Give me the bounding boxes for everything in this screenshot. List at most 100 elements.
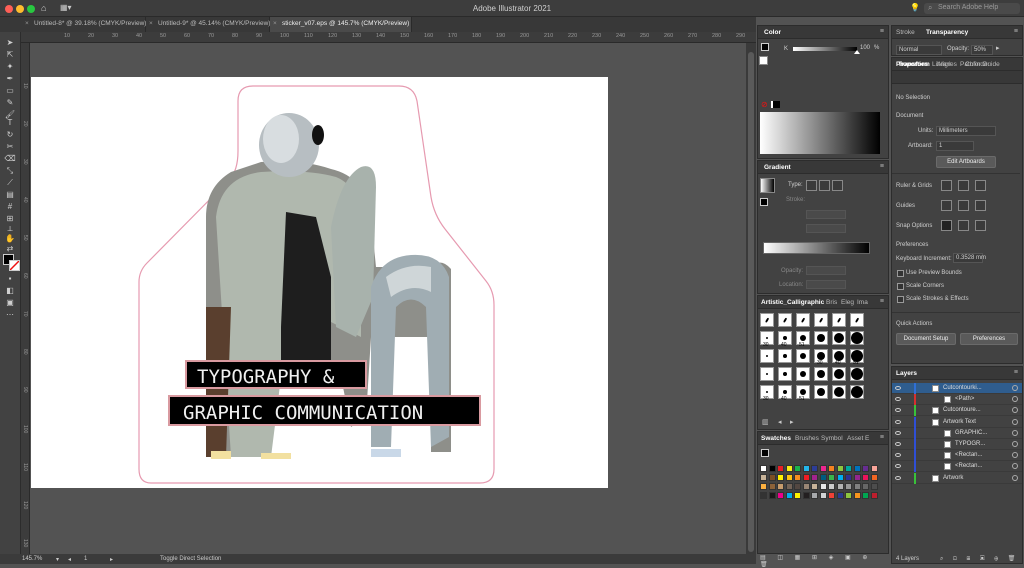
color-swatch[interactable] — [862, 474, 869, 481]
rectangle-tool-icon[interactable]: ▭ — [4, 86, 16, 95]
brush-swatch[interactable] — [850, 385, 864, 399]
panel-menu-icon[interactable]: ≡ — [880, 434, 884, 441]
pen-tool-icon[interactable]: ✒ — [4, 74, 16, 83]
color-mode-icon[interactable]: ▪ — [4, 274, 16, 283]
gradient-opacity-field[interactable] — [806, 266, 846, 275]
color-swatch[interactable] — [845, 492, 852, 499]
help-search-input[interactable]: Search Adobe Help — [924, 3, 1020, 14]
panel-menu-icon[interactable]: ≡ — [880, 163, 884, 170]
k-value[interactable]: 100 — [860, 45, 870, 51]
color-swatch[interactable] — [836, 474, 844, 481]
color-swatch[interactable] — [760, 483, 767, 490]
gradient-fill-swatch[interactable] — [760, 198, 768, 206]
tab-color-guide[interactable]: Color Guide — [965, 61, 1000, 68]
target-circle-icon[interactable] — [1012, 418, 1018, 425]
target-circle-icon[interactable] — [1012, 452, 1018, 459]
color-swatch[interactable] — [862, 483, 869, 490]
rulers-icon[interactable] — [941, 180, 952, 191]
color-swatch[interactable] — [819, 483, 827, 490]
color-swatch[interactable] — [768, 465, 776, 472]
k-slider[interactable] — [793, 47, 857, 51]
rotate-tool-icon[interactable]: ↻ — [4, 130, 16, 139]
color-swatch[interactable] — [811, 465, 818, 472]
freeform-gradient-icon[interactable] — [832, 180, 843, 191]
gradient-aspect-field[interactable] — [806, 224, 846, 233]
blend-mode-select[interactable]: Normal — [896, 45, 942, 55]
brush-swatch[interactable] — [760, 349, 774, 363]
snap-to-point-icon[interactable] — [941, 220, 952, 231]
visibility-eye-icon[interactable] — [895, 464, 901, 469]
vertical-scrollbar-thumb[interactable] — [748, 52, 754, 552]
color-swatch[interactable] — [828, 492, 835, 499]
color-swatch[interactable] — [785, 465, 793, 472]
scale-corners-checkbox[interactable] — [897, 283, 904, 290]
color-spectrum[interactable] — [760, 112, 880, 154]
zoom-dropdown-icon[interactable]: ▾ — [56, 556, 59, 563]
brush-swatch[interactable] — [778, 349, 792, 363]
color-swatch[interactable] — [870, 492, 878, 499]
artboard-number-field[interactable]: 1 — [84, 556, 104, 562]
color-swatch[interactable] — [819, 465, 827, 472]
smart-guides-icon[interactable] — [975, 200, 986, 211]
brush-swatch[interactable] — [778, 313, 792, 327]
color-swatch[interactable] — [777, 474, 784, 481]
close-tab-icon[interactable]: × — [149, 20, 153, 27]
color-swatch[interactable] — [794, 492, 801, 499]
panel-menu-icon[interactable]: ≡ — [880, 298, 884, 305]
slice-tool-icon[interactable]: ⟂ — [4, 224, 16, 233]
draw-mode-icon[interactable]: ◧ — [4, 286, 16, 295]
stroke-swatch[interactable] — [9, 260, 20, 271]
keyboard-increment-field[interactable]: 0.3528 mm — [953, 253, 986, 263]
tab-sticker-v07[interactable]: × sticker_v07.eps @ 145.7% (CMYK/Preview) — [270, 17, 412, 32]
brush-swatch[interactable] — [814, 331, 828, 345]
color-swatch[interactable] — [785, 474, 793, 481]
visibility-eye-icon[interactable] — [895, 386, 901, 390]
brush-swatch[interactable] — [796, 313, 810, 327]
stroke-swatch-small[interactable] — [759, 56, 768, 65]
swatch-fill-indicator[interactable] — [761, 449, 769, 457]
use-preview-bounds-checkbox[interactable] — [897, 270, 904, 277]
color-swatch[interactable] — [828, 474, 835, 481]
brush-swatch[interactable] — [760, 313, 774, 327]
snap-to-grid-icon[interactable] — [958, 220, 969, 231]
color-swatch[interactable] — [760, 465, 767, 472]
color-swatch[interactable] — [802, 465, 810, 472]
color-swatch[interactable] — [768, 474, 776, 481]
color-swatch[interactable] — [836, 492, 844, 499]
eraser-tool-icon[interactable]: ⌫ — [4, 154, 16, 163]
visibility-eye-icon[interactable] — [895, 453, 901, 458]
layer-row[interactable]: Artwork Text — [892, 416, 1022, 428]
tab-properties[interactable]: Properties — [896, 61, 928, 68]
color-swatch[interactable] — [760, 492, 767, 499]
color-swatch[interactable] — [845, 483, 852, 490]
brush-swatch[interactable] — [832, 331, 846, 345]
target-circle-icon[interactable] — [1012, 429, 1018, 436]
tab-artistic-calligraphic[interactable]: Artistic_Calligraphic — [761, 299, 824, 306]
layer-row[interactable]: GRAPHIC... — [892, 427, 1022, 439]
visibility-eye-icon[interactable] — [895, 408, 901, 413]
color-swatch[interactable] — [845, 465, 852, 472]
hand-tool-icon[interactable]: ✋ — [4, 234, 16, 243]
headline-line-1[interactable]: TYPOGRAPHY & — [197, 366, 335, 388]
brush-swatch[interactable] — [832, 385, 846, 399]
tab-untitled-9[interactable]: × Untitled-9* @ 45.14% (CMYK/Preview) — [146, 17, 270, 32]
color-swatch[interactable] — [768, 492, 776, 499]
snap-to-pixel-icon[interactable] — [975, 220, 986, 231]
layer-row[interactable]: TYPOGR... — [892, 439, 1022, 450]
tab-layers[interactable]: Layers — [896, 370, 917, 377]
close-tab-icon[interactable]: × — [25, 20, 29, 27]
color-swatch[interactable] — [802, 474, 810, 481]
opacity-dropdown-icon[interactable]: ▸ — [996, 44, 1000, 52]
screen-mode-icon[interactable]: ▣ — [4, 298, 16, 307]
direct-selection-tool-icon[interactable]: ⇱ — [4, 50, 16, 59]
color-swatch[interactable] — [836, 483, 844, 490]
brush-swatch[interactable] — [832, 313, 846, 327]
layer-row[interactable]: <Rectan... — [892, 461, 1022, 473]
prev-library-icon[interactable]: ◂ — [778, 418, 782, 426]
tab-gradient[interactable]: Gradient — [764, 164, 791, 171]
swatch-footer-icons[interactable]: ▤ ◫ ▦ ⊞ ◈ ▣ ⊕ 🗑 — [760, 554, 890, 568]
show-guides-icon[interactable] — [941, 200, 952, 211]
type-tool-icon[interactable]: T — [4, 118, 16, 127]
color-swatch[interactable] — [819, 492, 827, 499]
panel-menu-icon[interactable]: ≡ — [880, 28, 884, 35]
